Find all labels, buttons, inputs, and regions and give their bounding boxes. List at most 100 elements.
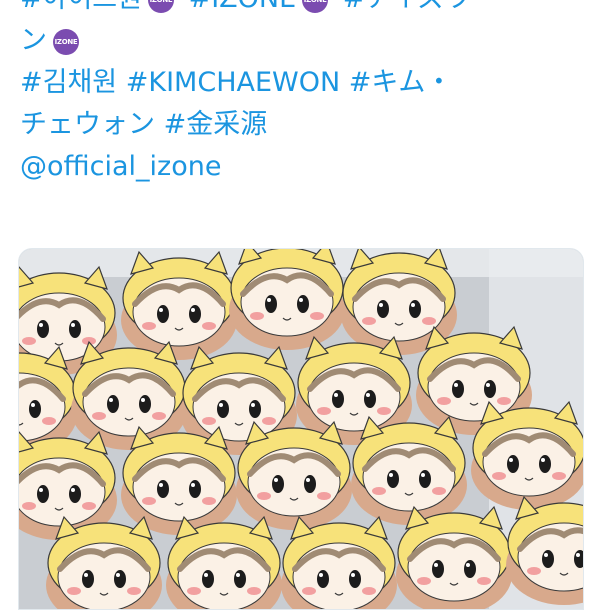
hashtag-link[interactable]: #アイズワ xyxy=(343,0,471,14)
cookie-cheek xyxy=(247,587,261,595)
cookie-eye xyxy=(265,295,277,313)
cookie-eye xyxy=(452,380,464,398)
hashtag-link[interactable]: #キム・ xyxy=(349,67,453,98)
cookie-eye-shine xyxy=(509,458,513,462)
cookie-eye xyxy=(69,485,81,503)
cookie-eye xyxy=(29,400,41,418)
cookie-cheek xyxy=(422,317,436,325)
tweet-line-2: ン IZONE xyxy=(20,20,590,62)
cookie-eye-shine xyxy=(389,473,393,477)
cookie-cheek xyxy=(492,472,506,480)
cookie-eye xyxy=(432,560,444,578)
cookie-eye-shine xyxy=(39,488,43,492)
cookie-eye xyxy=(332,390,344,408)
cookie-cheek xyxy=(127,587,141,595)
cookie-cheek xyxy=(257,492,271,500)
cookie-eye-shine xyxy=(141,398,145,402)
cookie-cheek xyxy=(142,497,156,505)
cookie-cheek xyxy=(262,417,276,425)
cookie-eye-shine xyxy=(116,573,120,577)
cookie-eye xyxy=(189,305,201,323)
cookie-cheek xyxy=(22,502,36,510)
cookie-cheek xyxy=(362,587,376,595)
mention-link[interactable]: @official_izone xyxy=(20,151,221,182)
cookie-eye-shine xyxy=(434,563,438,567)
cookie-eye xyxy=(542,550,554,568)
cookie-eye-shine xyxy=(191,483,195,487)
cookie-cheek xyxy=(142,322,156,330)
cookie-eye xyxy=(69,320,81,338)
cookie xyxy=(236,420,352,530)
cookie-eye xyxy=(157,480,169,498)
cookie-cheek xyxy=(187,587,201,595)
cookie-eye-shine xyxy=(109,398,113,402)
cookie-cheek xyxy=(22,337,36,345)
cookie-eye xyxy=(234,570,246,588)
cookie-eye xyxy=(157,305,169,323)
cookie-eye xyxy=(409,300,421,318)
cookie-cheek xyxy=(317,407,331,415)
tweet-line-5: @official_izone xyxy=(20,146,590,188)
cookie-eye xyxy=(507,455,519,473)
cookie-eye-shine xyxy=(267,298,271,302)
cookie-eye xyxy=(297,295,309,313)
tweet-line-1: #아이즈원 IZONE #IZONE IZONE #アイズワ xyxy=(20,0,590,20)
cookie-eye xyxy=(349,570,361,588)
cookie-eye xyxy=(377,300,389,318)
cookie-eye xyxy=(114,570,126,588)
cookie xyxy=(121,250,237,360)
cookie-cheek xyxy=(377,407,391,415)
cookie-eye xyxy=(484,380,496,398)
cookie-cheek xyxy=(67,587,81,595)
cookie-eye-shine xyxy=(204,573,208,577)
cookie-eye-shine xyxy=(191,308,195,312)
cookie-eye-shine xyxy=(299,298,303,302)
cookie-eye xyxy=(217,400,229,418)
izone-emoji-icon: IZONE xyxy=(147,0,174,13)
cookie-eye xyxy=(364,390,376,408)
cookie-eye-shine xyxy=(379,303,383,307)
cookie-cheek xyxy=(302,587,316,595)
cookie-cheek xyxy=(202,322,216,330)
cookie-eye xyxy=(37,485,49,503)
cookie-cheek xyxy=(552,472,566,480)
tweet-photo[interactable] xyxy=(18,248,584,610)
cookie xyxy=(46,515,162,609)
hashtag-link-continued[interactable]: ン xyxy=(20,25,47,56)
tweet-text: #아이즈원 IZONE #IZONE IZONE #アイズワ ンIZONE #김채원… xyxy=(20,0,590,188)
cookie-eye-shine xyxy=(486,383,490,387)
hashtag-link[interactable]: #김채원 xyxy=(20,67,117,98)
cookie-cheek xyxy=(202,497,216,505)
cookie-eye xyxy=(387,470,399,488)
hashtag-link[interactable]: #아이즈원 xyxy=(20,0,142,14)
cookie-cheek xyxy=(497,397,511,405)
cookie-eye-shine xyxy=(544,553,548,557)
izone-emoji-icon: IZONE xyxy=(302,0,329,13)
tweet-line-3: #김채원 #KIMCHAEWON #キム・ xyxy=(20,62,590,104)
hashtag-link[interactable]: #IZONE xyxy=(189,0,297,14)
cookie-eye xyxy=(189,480,201,498)
cookie-cheek xyxy=(202,417,216,425)
cookie-eye-shine xyxy=(31,403,35,407)
hashtag-link[interactable]: #KIMCHAEWON xyxy=(126,67,340,98)
cookie-eye xyxy=(539,455,551,473)
cookie-eye-shine xyxy=(411,303,415,307)
cookie-cheek xyxy=(437,397,451,405)
cookie-eye-shine xyxy=(219,403,223,407)
cookie-cheek xyxy=(250,312,264,320)
cookie-eye-shine xyxy=(454,383,458,387)
cookie-eye xyxy=(272,475,284,493)
cookie-cheek xyxy=(152,412,166,420)
cookie-eye-shine xyxy=(71,323,75,327)
hashtag-link[interactable]: #金采源 xyxy=(164,109,268,140)
tweet-line-4: チェウォン #金采源 xyxy=(20,104,590,146)
hashtag-link-continued[interactable]: チェウォン xyxy=(20,109,155,140)
cookie xyxy=(471,400,583,510)
cookie-eye xyxy=(317,570,329,588)
cookie-eye-shine xyxy=(576,553,580,557)
cookie-photo-illustration xyxy=(19,249,583,609)
cookie-eye-shine xyxy=(334,393,338,397)
cookie-eye-shine xyxy=(39,323,43,327)
cookie-eye xyxy=(464,560,476,578)
cookie-cheek xyxy=(372,487,386,495)
